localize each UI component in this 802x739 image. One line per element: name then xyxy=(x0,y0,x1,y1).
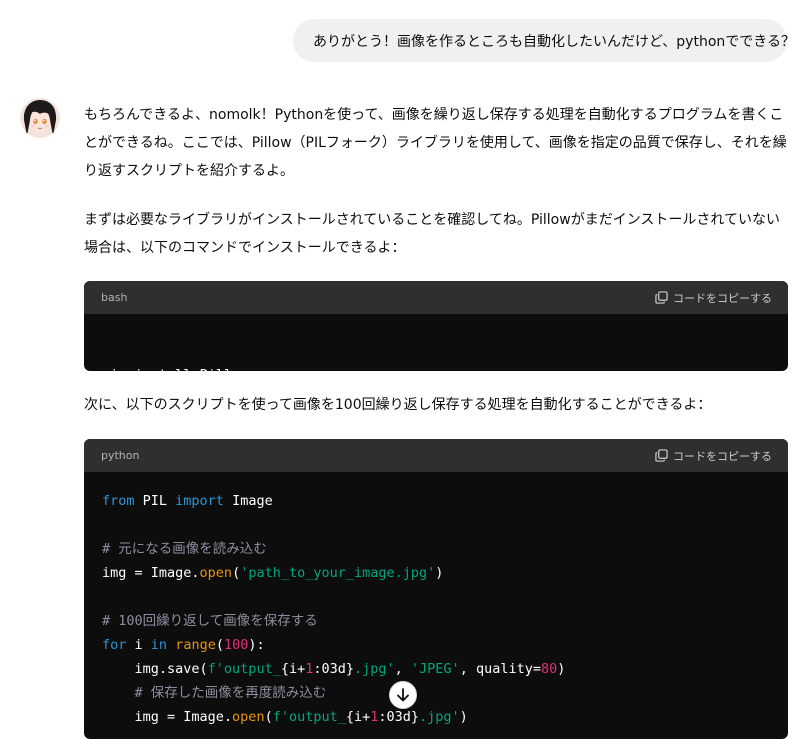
code-comment-line: # 100回繰り返して画像を保存する xyxy=(102,613,318,629)
copy-icon xyxy=(655,449,668,462)
code-body: from PIL import Image # 元になる画像を読み込む img =… xyxy=(84,472,788,729)
scroll-to-bottom-button[interactable] xyxy=(389,681,417,709)
code-comment-line: # 元になる画像を読み込む xyxy=(102,541,267,557)
code-line: img = Image.open('path_to_your_image.jpg… xyxy=(102,565,444,581)
copy-code-label: コードをコピーする xyxy=(673,291,772,305)
code-line: img.save(f'output_{i+1:03d}.jpg', 'JPEG'… xyxy=(102,661,566,677)
assistant-paragraph-script-intro: 次に、以下のスクリプトを使って画像を100回繰り返し保存する処理を自動化すること… xyxy=(84,397,712,413)
copy-icon xyxy=(655,291,668,304)
code-block-bash: bash コードをコピーする pip install Pillow xyxy=(84,281,788,371)
copy-code-button[interactable]: コードをコピーする xyxy=(655,448,772,464)
user-message-text: ありがとう！画像を作るところも自動化したいんだけど、pythonでできる？ xyxy=(313,33,795,50)
code-comment-line: # 保存した画像を再度読み込む xyxy=(102,685,327,701)
code-line: for i in range(100): xyxy=(102,637,265,653)
code-language-label: bash xyxy=(101,291,128,304)
code-language-label: python xyxy=(101,449,140,462)
copy-code-label: コードをコピーする xyxy=(673,449,772,463)
code-body: pip install Pillow xyxy=(84,314,788,371)
copy-code-button[interactable]: コードをコピーする xyxy=(655,290,772,306)
anime-girl-avatar-icon xyxy=(20,98,60,138)
code-line: pip install Pillow xyxy=(102,363,770,371)
assistant-paragraph-install-note: まずは必要なライブラリがインストールされていることを確認してね。Pillowがま… xyxy=(84,212,780,256)
arrow-down-icon xyxy=(397,688,409,702)
code-line: from PIL import Image xyxy=(102,493,273,509)
user-message-bubble: ありがとう！画像を作るところも自動化したいんだけど、pythonでできる？ xyxy=(293,19,795,62)
code-block-header: bash コードをコピーする xyxy=(84,281,788,314)
code-block-python: python コードをコピーする from PIL import Image #… xyxy=(84,439,788,739)
assistant-avatar xyxy=(20,98,60,138)
code-block-header: python コードをコピーする xyxy=(84,439,788,472)
assistant-paragraph-intro: もちろんできるよ、nomolk！Pythonを使って、画像を繰り返し保存する処理… xyxy=(84,107,787,179)
code-line: img = Image.open(f'output_{i+1:03d}.jpg'… xyxy=(102,709,468,725)
